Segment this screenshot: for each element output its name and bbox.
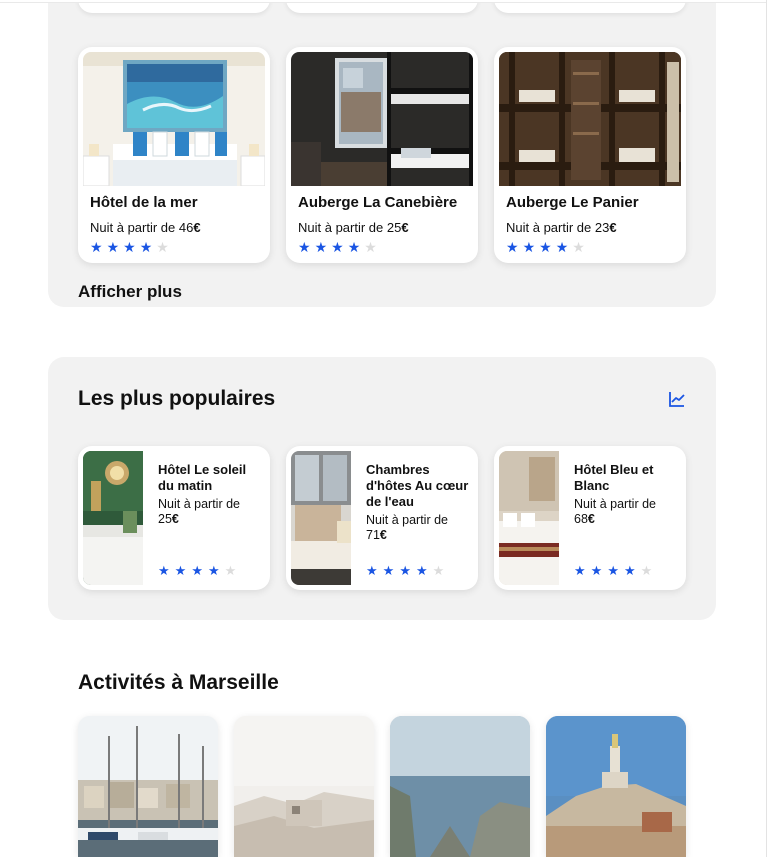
hotel-photo [499,451,559,585]
star-filled-icon: ★ [506,239,519,255]
star-filled-icon: ★ [522,239,536,255]
hotel-price: Nuit à partir de 25€ [158,497,240,526]
star-filled-icon: ★ [106,239,120,255]
hotel-price: Nuit à partir de 46€ [90,220,201,235]
activity-card[interactable] [78,716,218,857]
show-more-link[interactable]: Afficher plus [78,282,182,302]
hotel-name: Hôtel Le soleil du matin [158,462,247,493]
budget-hotels-section: Hôtel de la mer Nuit à partir de 46€ ★ ★… [48,0,716,307]
star-filled-icon: ★ [382,563,395,578]
hotel-name: Auberge Le Panier [506,194,639,211]
hotel-card[interactable]: Hôtel Bleu et Blanc Nuit à partir de 68€ … [494,446,686,590]
star-empty-icon: ★ [640,563,653,578]
scrollbar-edge [766,0,767,857]
hotel-name: Auberge La Canebière [298,194,458,211]
star-filled-icon: ★ [399,563,411,578]
hotel-photo [291,52,473,186]
top-bar [0,0,766,3]
rating-stars: ★ ★ ★ ★ ★ [506,240,585,254]
activity-card[interactable] [234,716,374,857]
activity-card[interactable] [390,716,530,857]
section-title: Les plus populaires [78,387,276,410]
star-empty-icon: ★ [156,239,169,255]
trend-chart-icon[interactable] [668,390,686,408]
popular-hotels-section: Les plus populaires Hôtel Le soleil du m… [48,357,716,620]
hotel-photo [499,52,681,186]
hotel-card[interactable]: Chambres d'hôtes Au cœur de l'eau Nuit à… [286,446,478,590]
rating-stars: ★ ★ ★ ★ ★ [298,240,377,254]
star-filled-icon: ★ [607,563,619,578]
hotel-price: Nuit à partir de 68€ [574,497,656,526]
star-filled-icon: ★ [415,563,428,578]
star-filled-icon: ★ [623,563,636,578]
star-filled-icon: ★ [298,239,311,255]
hotel-card[interactable]: Auberge Le Panier Nuit à partir de 23€ ★… [494,47,686,263]
rating-stars: ★ ★ ★ ★ ★ [366,564,444,578]
hotel-name: Chambres d'hôtes Au cœur de l'eau [366,462,469,509]
star-filled-icon: ★ [314,239,328,255]
star-filled-icon: ★ [539,239,552,255]
star-filled-icon: ★ [574,563,586,578]
rating-stars: ★ ★ ★ ★ ★ [574,564,652,578]
star-filled-icon: ★ [331,239,344,255]
star-empty-icon: ★ [224,563,237,578]
activities-title: Activités à Marseille [78,671,279,694]
hotel-price: Nuit à partir de 25€ [298,220,409,235]
star-filled-icon: ★ [158,563,170,578]
star-filled-icon: ★ [191,563,203,578]
rating-stars: ★ ★ ★ ★ ★ [90,240,169,254]
star-filled-icon: ★ [347,239,361,255]
star-empty-icon: ★ [572,239,585,255]
star-filled-icon: ★ [123,239,136,255]
star-filled-icon: ★ [590,563,603,578]
activity-card[interactable] [546,716,686,857]
star-empty-icon: ★ [364,239,377,255]
hotel-photo [83,451,143,585]
hotel-photo [291,451,351,585]
hotel-card[interactable]: Hôtel Le soleil du matin Nuit à partir d… [78,446,270,590]
hotel-photo [83,52,265,186]
hotel-card[interactable]: Hôtel de la mer Nuit à partir de 46€ ★ ★… [78,47,270,263]
star-filled-icon: ★ [139,239,153,255]
star-filled-icon: ★ [207,563,220,578]
hotel-card[interactable]: Auberge La Canebière Nuit à partir de 25… [286,47,478,263]
star-filled-icon: ★ [555,239,569,255]
star-filled-icon: ★ [174,563,187,578]
star-filled-icon: ★ [90,239,103,255]
hotel-name: Hôtel de la mer [90,194,198,211]
star-empty-icon: ★ [432,563,445,578]
star-filled-icon: ★ [366,563,378,578]
hotel-price: Nuit à partir de 71€ [366,513,448,542]
rating-stars: ★ ★ ★ ★ ★ [158,564,236,578]
hotel-name: Hôtel Bleu et Blanc [574,462,654,493]
hotel-price: Nuit à partir de 23€ [506,220,617,235]
